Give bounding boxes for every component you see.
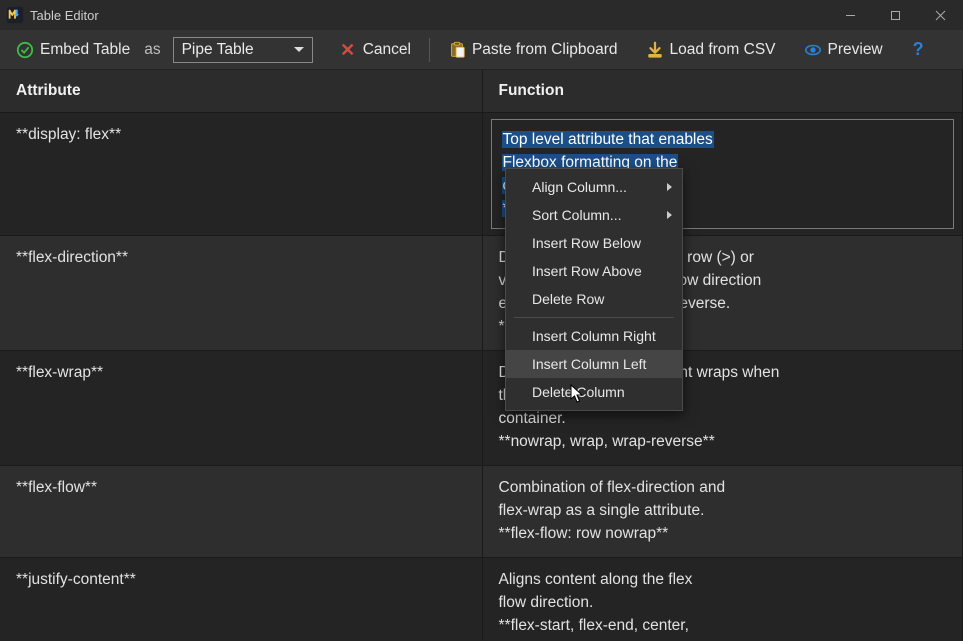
menu-separator: [514, 317, 674, 318]
cancel-button[interactable]: ✕ Cancel: [335, 37, 415, 63]
menu-insert-row-above[interactable]: Insert Row Above: [506, 257, 682, 285]
cell-function[interactable]: Combination of flex-direction and flex-w…: [482, 466, 963, 558]
table: Attribute Function **display: flex** Top…: [0, 70, 963, 641]
check-circle-icon: [16, 41, 34, 59]
table-editor-area: Attribute Function **display: flex** Top…: [0, 70, 963, 641]
menu-delete-column[interactable]: Delete Column: [506, 378, 682, 406]
table-type-dropdown[interactable]: Pipe Table: [173, 37, 313, 63]
table-row: **flex-wrap** Determines whether content…: [0, 351, 963, 466]
menu-align-column[interactable]: Align Column...: [506, 173, 682, 201]
maximize-button[interactable]: [873, 0, 918, 30]
embed-table-button[interactable]: Embed Table: [12, 37, 134, 63]
load-csv-button[interactable]: Load from CSV: [642, 37, 780, 63]
menu-delete-row[interactable]: Delete Row: [506, 285, 682, 313]
dropdown-value: Pipe Table: [182, 41, 254, 59]
table-row: **flex-flow** Combination of flex-direct…: [0, 466, 963, 558]
column-header-attribute[interactable]: Attribute: [0, 70, 482, 113]
cell-attribute[interactable]: **flex-flow**: [0, 466, 482, 558]
paste-label: Paste from Clipboard: [472, 41, 618, 59]
minimize-button[interactable]: [828, 0, 873, 30]
close-button[interactable]: [918, 0, 963, 30]
menu-insert-row-below[interactable]: Insert Row Below: [506, 229, 682, 257]
load-csv-label: Load from CSV: [670, 41, 776, 59]
download-icon: [646, 41, 664, 59]
clipboard-paste-icon: [448, 41, 466, 59]
app-icon: [6, 6, 24, 24]
cell-attribute[interactable]: **display: flex**: [0, 113, 482, 236]
cancel-label: Cancel: [363, 41, 411, 59]
title-bar: Table Editor: [0, 0, 963, 30]
toolbar: Embed Table as Pipe Table ✕ Cancel Paste…: [0, 30, 963, 70]
chevron-down-icon: [294, 47, 304, 52]
eye-icon: [804, 41, 822, 59]
help-icon: ?: [913, 39, 924, 60]
context-menu: Align Column... Sort Column... Insert Ro…: [505, 168, 683, 411]
preview-label: Preview: [828, 41, 883, 59]
cell-attribute[interactable]: **justify-content**: [0, 558, 482, 641]
window-title: Table Editor: [30, 8, 99, 23]
x-icon: ✕: [339, 41, 357, 59]
as-label: as: [144, 41, 160, 59]
table-row: **display: flex** Top level attribute th…: [0, 113, 963, 236]
embed-table-label: Embed Table: [40, 41, 130, 59]
toolbar-separator: [429, 38, 430, 62]
column-header-function[interactable]: Function: [482, 70, 963, 113]
cell-attribute[interactable]: **flex-wrap**: [0, 351, 482, 466]
menu-insert-column-left[interactable]: Insert Column Left: [506, 350, 682, 378]
table-header-row: Attribute Function: [0, 70, 963, 113]
menu-insert-column-right[interactable]: Insert Column Right: [506, 322, 682, 350]
cell-function[interactable]: Aligns content along the flex flow direc…: [482, 558, 963, 641]
menu-sort-column[interactable]: Sort Column...: [506, 201, 682, 229]
help-button[interactable]: ?: [909, 35, 928, 64]
preview-button[interactable]: Preview: [800, 37, 887, 63]
paste-clipboard-button[interactable]: Paste from Clipboard: [444, 37, 622, 63]
table-row: **flex-direction** Direction of the flex…: [0, 236, 963, 351]
table-row: **justify-content** Aligns content along…: [0, 558, 963, 641]
cell-attribute[interactable]: **flex-direction**: [0, 236, 482, 351]
